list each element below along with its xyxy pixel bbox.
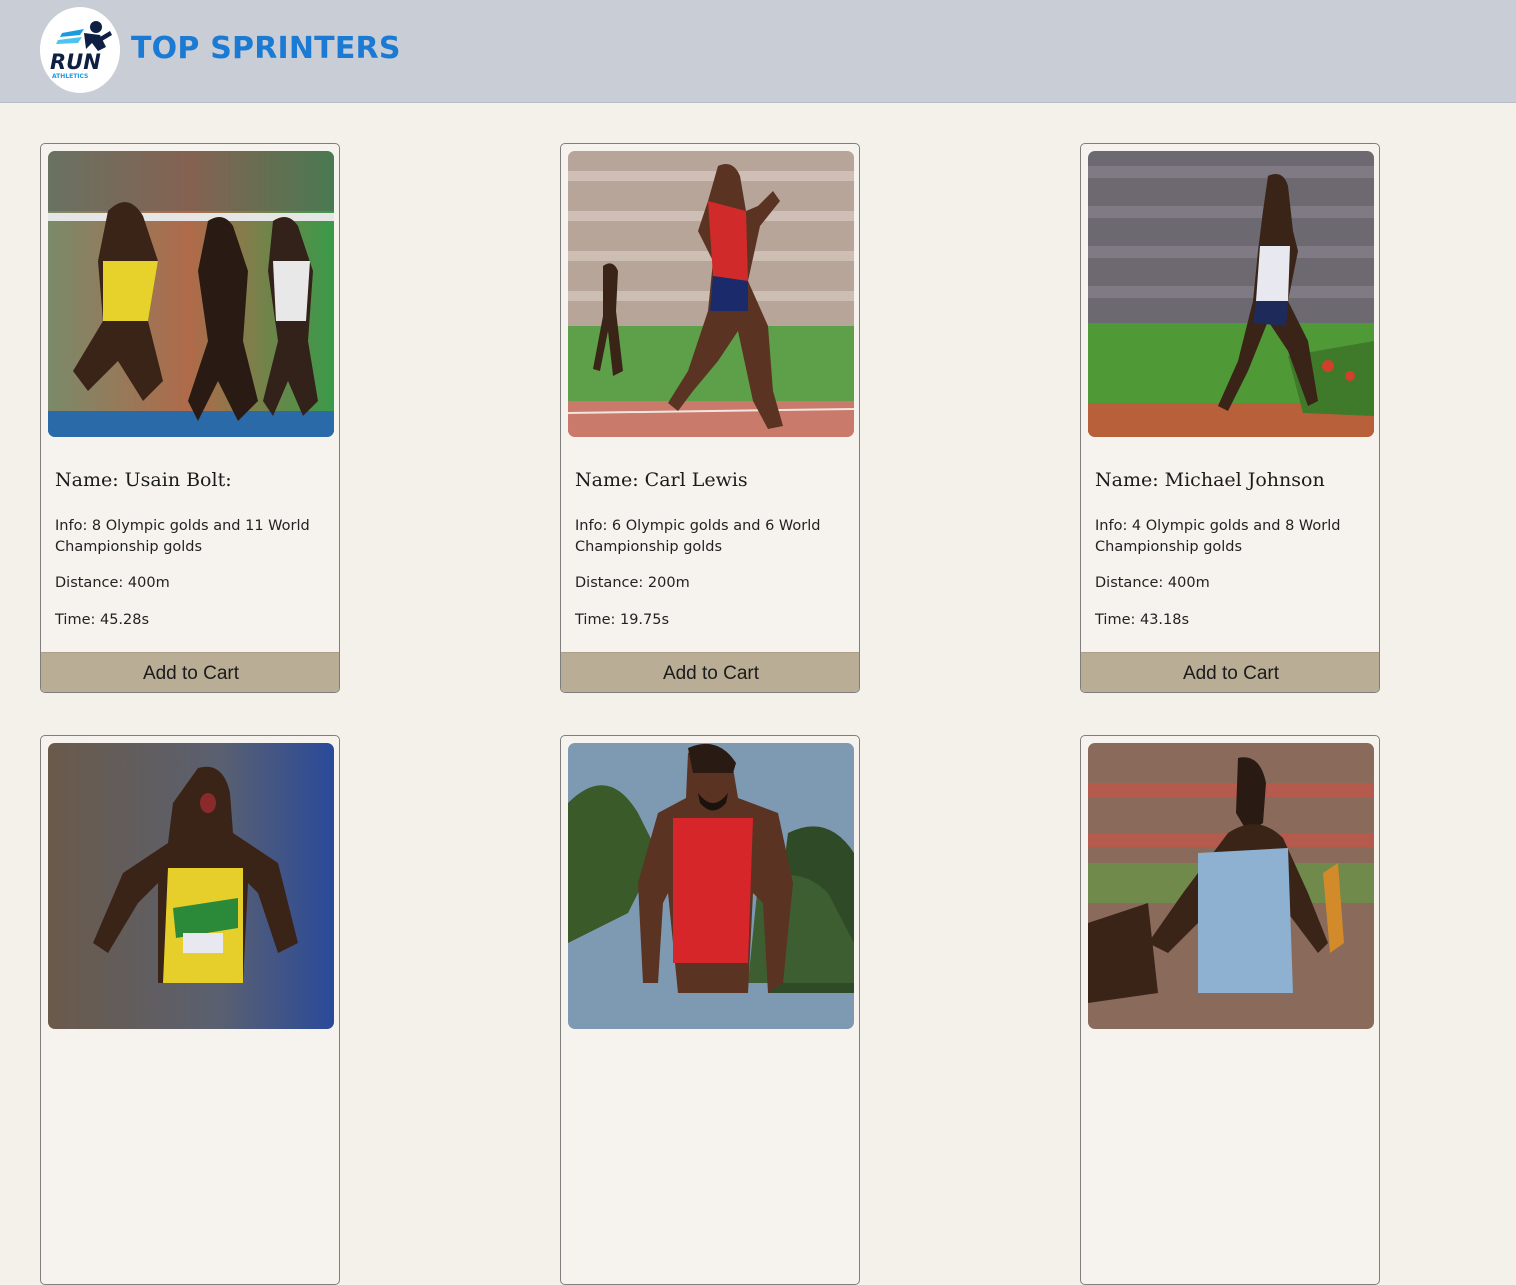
sprinter-card: Name: Michael Johnson Info: 4 Olympic go…: [1080, 143, 1380, 693]
runner-logo-icon[interactable]: RUN ATHLETICS: [40, 7, 120, 93]
sprinter-photo: [568, 151, 854, 437]
sprinter-info: Info: 4 Olympic golds and 8 World Champi…: [1095, 518, 1341, 555]
add-to-cart-button[interactable]: Add to Cart: [41, 652, 339, 692]
site-header: RUN ATHLETICS TOP SPRINTERS: [0, 0, 1516, 103]
sprinter-photo: [48, 151, 334, 437]
svg-text:ATHLETICS: ATHLETICS: [52, 73, 88, 80]
sprinter-time: Time: 43.18s: [1095, 612, 1190, 628]
sprinter-info: Info: 8 Olympic golds and 11 World Champ…: [55, 518, 310, 555]
sprinter-info: Info: 6 Olympic golds and 6 World Champi…: [575, 518, 821, 555]
add-to-cart-button[interactable]: Add to Cart: [561, 652, 859, 692]
sprinter-card: [1080, 735, 1380, 1285]
sprinter-name: Name: Michael Johnson: [1095, 469, 1325, 491]
sprinter-time: Time: 45.28s: [55, 612, 150, 628]
sprinter-card: Name: Carl Lewis Info: 6 Olympic golds a…: [560, 143, 860, 693]
sprinter-photo: [1088, 151, 1374, 437]
sprinter-card: [560, 735, 860, 1285]
add-to-cart-button[interactable]: Add to Cart: [1081, 652, 1379, 692]
sprinter-distance: Distance: 400m: [55, 575, 170, 591]
sprinter-card: [40, 735, 340, 1285]
sprinter-photo: [48, 743, 334, 1029]
sprinter-distance: Distance: 200m: [575, 575, 690, 591]
svg-text:RUN: RUN: [50, 50, 101, 74]
sprinter-name: Name: Usain Bolt:: [55, 469, 232, 491]
sprinter-photo: [1088, 743, 1374, 1029]
page-title: TOP SPRINTERS: [131, 31, 401, 66]
sprinter-name: Name: Carl Lewis: [575, 469, 748, 491]
sprinter-distance: Distance: 400m: [1095, 575, 1210, 591]
sprinter-photo: [568, 743, 854, 1029]
sprinter-time: Time: 19.75s: [575, 612, 670, 628]
sprinter-card: Name: Usain Bolt: Info: 8 Olympic golds …: [40, 143, 340, 693]
